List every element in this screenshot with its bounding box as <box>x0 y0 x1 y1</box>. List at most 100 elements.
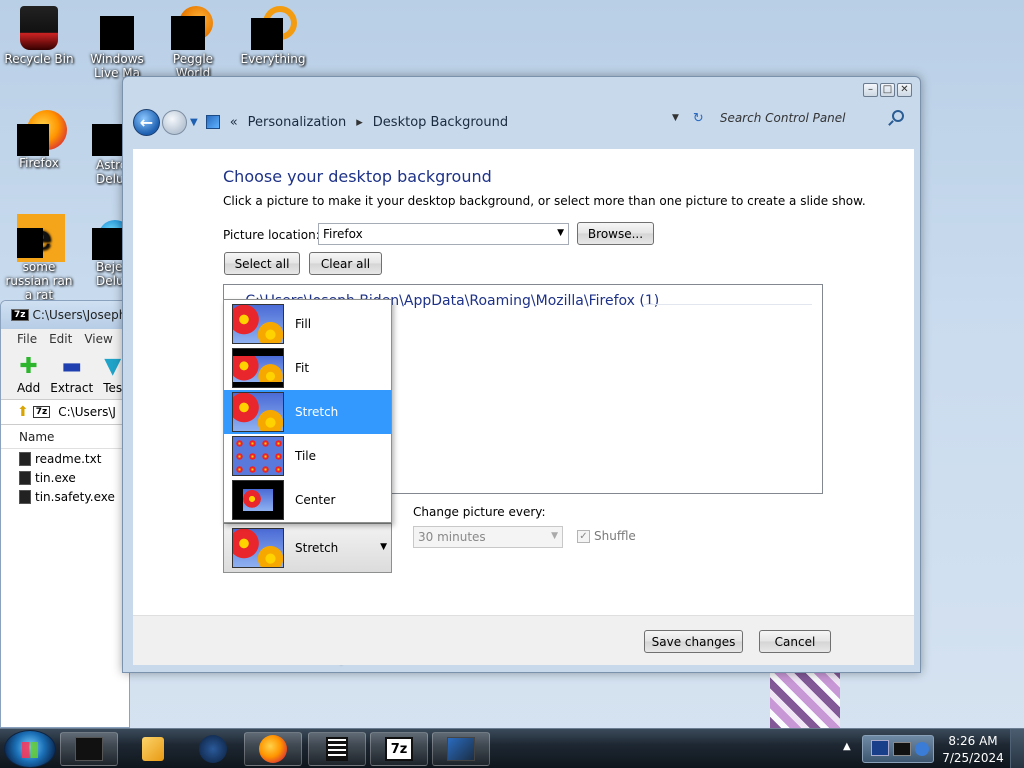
zip-tool-label: Add <box>17 381 41 395</box>
picture-location-select[interactable]: Firefox ▼ <box>318 223 569 245</box>
desktop-icon-peggle[interactable]: Peggle World <box>154 6 232 80</box>
control-panel-icon <box>205 115 220 129</box>
media-player-icon <box>142 737 164 761</box>
minimize-icon[interactable]: – <box>863 83 878 97</box>
control-panel-icon <box>447 737 475 761</box>
browse-button[interactable]: Browse... <box>577 222 654 245</box>
search-input[interactable]: ▼ ↻ Search Control Panel <box>664 105 910 131</box>
desktop-icon-bejeweled[interactable]: Bejew Delu <box>78 214 126 288</box>
content-pane: Choose your desktop background Click a p… <box>133 149 914 665</box>
tray-icons <box>862 735 934 763</box>
printer-icon[interactable] <box>893 742 911 756</box>
shuffle-checkbox[interactable]: ✓ Shuffle <box>577 529 636 543</box>
chevron-down-icon: ▼ <box>557 228 564 238</box>
clear-all-button[interactable]: Clear all <box>309 252 382 275</box>
everything-icon <box>251 6 297 50</box>
zip-column-name[interactable]: Name <box>1 425 129 449</box>
zip-menu-view[interactable]: View <box>84 332 112 346</box>
interval-select[interactable]: 30 minutes ▼ <box>413 526 563 548</box>
address-dropdown-icon[interactable]: ▼ <box>672 113 679 123</box>
desktop-icon-label: Recycle Bin <box>4 52 74 66</box>
select-all-button[interactable]: Select all <box>224 252 300 275</box>
zip-menu-edit[interactable]: Edit <box>49 332 72 346</box>
start-button[interactable] <box>4 730 56 768</box>
zip-path-bar[interactable]: ⬆ 7z C:\Users\J <box>1 399 129 425</box>
astro-icon <box>92 124 124 156</box>
taskbar-media-player[interactable] <box>124 732 182 766</box>
save-changes-button[interactable]: Save changes <box>644 630 743 653</box>
position-option-fit[interactable]: Fit <box>224 346 391 390</box>
notepad-icon <box>326 737 348 761</box>
list-item[interactable]: readme.txt <box>1 449 129 468</box>
chevron-down-icon: ▼ <box>551 531 558 541</box>
position-option-stretch[interactable]: Stretch <box>224 390 391 434</box>
zip-extract-button[interactable]: ▬ Extract <box>50 355 93 396</box>
zip-window[interactable]: 7z C:\Users\Joseph File Edit View ✚ Add … <box>0 300 130 728</box>
breadcrumb-desktop-background[interactable]: Desktop Background <box>373 115 508 130</box>
file-name: readme.txt <box>35 451 102 466</box>
close-icon[interactable]: ✕ <box>897 83 912 97</box>
position-option-fill[interactable]: Fill <box>224 302 391 346</box>
desktop-icon-label: some russian ran a rat <box>5 260 73 302</box>
picture-location-value: Firefox <box>323 227 363 241</box>
volume-icon[interactable] <box>915 742 929 756</box>
taskbar: 7z ▲ 8:26 AM 7/25/2024 <box>0 728 1024 768</box>
breadcrumb-overflow[interactable]: « <box>230 115 238 130</box>
desktop-icon-astro[interactable]: Astro Delu <box>78 110 126 186</box>
network-icon[interactable] <box>871 740 889 756</box>
breadcrumb-separator[interactable]: ▸ <box>356 115 363 130</box>
list-item[interactable]: tin.exe <box>1 468 129 487</box>
recent-pages-dropdown[interactable]: ▼ <box>190 117 198 128</box>
up-folder-icon[interactable]: ⬆ <box>17 404 29 420</box>
zip-title-bar[interactable]: 7z C:\Users\Joseph <box>1 301 129 329</box>
file-icon <box>19 489 31 504</box>
search-icon[interactable] <box>892 110 904 122</box>
zip-path: C:\Users\J <box>58 405 116 419</box>
breadcrumb-personalization[interactable]: Personalization <box>248 115 347 130</box>
picture-location-label: Picture location: <box>223 228 320 242</box>
seven-zip-icon: 7z <box>11 309 29 321</box>
show-desktop-button[interactable] <box>1010 729 1024 768</box>
position-option-label: Fill <box>295 317 312 331</box>
zip-add-button[interactable]: ✚ Add <box>17 354 41 396</box>
position-option-tile[interactable]: Tile <box>224 434 391 478</box>
zip-test-button[interactable]: ▼ Tes <box>103 355 122 396</box>
cancel-button[interactable]: Cancel <box>759 630 831 653</box>
tile-thumbnail <box>232 436 284 476</box>
zip-toolbar: ✚ Add ▬ Extract ▼ Tes <box>1 349 129 399</box>
taskbar-globe[interactable] <box>184 732 242 766</box>
taskbar-control-panel[interactable] <box>432 732 490 766</box>
desktop-icon-everything[interactable]: Everything <box>234 6 312 66</box>
list-item[interactable]: tin.safety.exe <box>1 487 129 506</box>
position-option-center[interactable]: Center <box>224 478 391 522</box>
zip-menu-file[interactable]: File <box>17 332 37 346</box>
picture-position-value: Stretch <box>295 541 339 555</box>
taskbar-7zip[interactable]: 7z <box>370 732 428 766</box>
shuffle-label: Shuffle <box>594 529 636 543</box>
refresh-icon[interactable]: ↻ <box>693 111 704 126</box>
taskbar-firefox[interactable] <box>244 732 302 766</box>
show-hidden-icons[interactable]: ▲ <box>843 741 851 752</box>
clock[interactable]: 8:26 AM 7/25/2024 <box>940 733 1006 767</box>
control-panel-window[interactable]: – □ ✕ ← ▼ « Personalization ▸ Desktop Ba… <box>122 76 921 673</box>
firefox-icon <box>17 110 67 156</box>
maximize-icon[interactable]: □ <box>880 83 895 97</box>
zip-title: C:\Users\Joseph <box>32 308 127 322</box>
desktop-icon-recycle-bin[interactable]: Recycle Bin <box>0 6 78 66</box>
taskbar-notepad[interactable] <box>308 732 366 766</box>
position-option-label: Tile <box>295 449 317 463</box>
back-button[interactable]: ← <box>133 108 160 136</box>
desktop-icon-russian[interactable]: e some russian ran a rat <box>0 214 78 302</box>
desktop-wallpaper-fragment <box>770 673 840 728</box>
desktop-icon-firefox[interactable]: Firefox <box>0 110 78 170</box>
forward-button[interactable] <box>162 109 187 135</box>
taskbar-app-1[interactable] <box>60 732 118 766</box>
desktop-icon-windows-live[interactable]: Windows Live Ma <box>78 6 156 80</box>
stretch-thumbnail <box>232 392 284 432</box>
add-icon: ✚ <box>19 354 38 379</box>
picture-position-select[interactable]: Stretch ▼ <box>223 523 392 573</box>
windows-live-icon <box>100 16 134 50</box>
peggle-icon <box>171 6 215 50</box>
address-bar: ← ▼ « Personalization ▸ Desktop Backgrou… <box>133 103 910 141</box>
position-option-label: Stretch <box>295 405 339 419</box>
